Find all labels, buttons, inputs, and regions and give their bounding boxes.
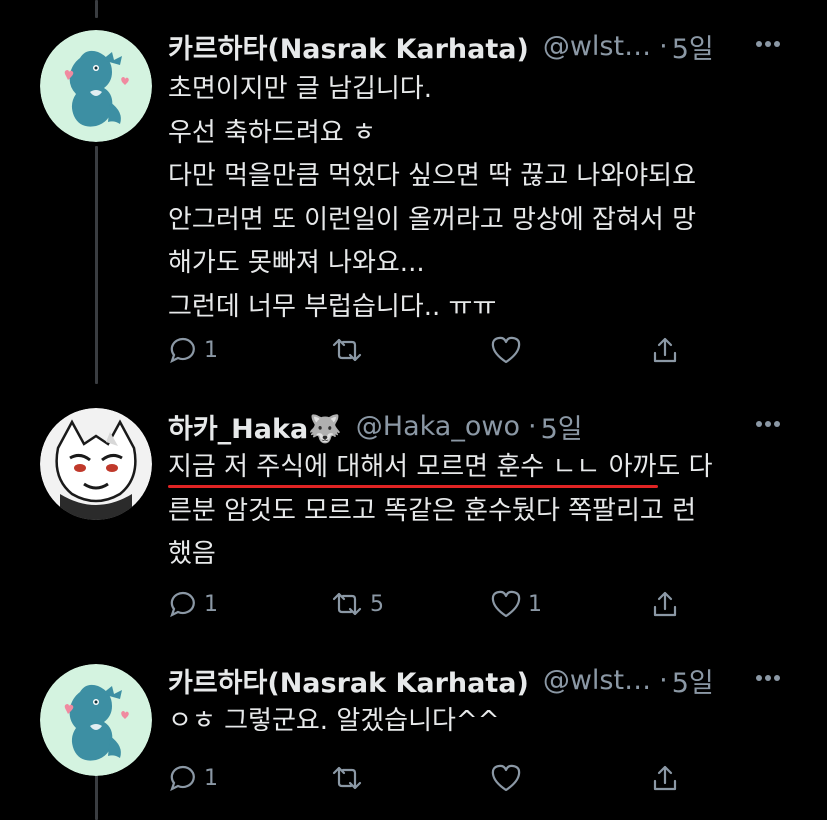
like-button[interactable]: 1 <box>490 584 542 624</box>
like-button[interactable] <box>490 758 528 798</box>
tweet-text: 초면이지만 글 남깁니다. 우선 축하드려요 ㅎ 다만 먹을만큼 먹었다 싶으면… <box>168 68 798 329</box>
reply-icon <box>170 765 195 792</box>
retweet-button[interactable] <box>330 758 370 798</box>
tweet-text: ㅇㅎ 그렇군요. 알겠습니다^^ <box>168 700 798 744</box>
heart-icon <box>491 764 521 792</box>
user-handle[interactable]: @Haka_owo <box>356 411 520 442</box>
timestamp[interactable]: 5일 <box>541 407 583 446</box>
more-icon <box>756 421 780 427</box>
tweet-text-line: 초면이지만 글 남깁니다. <box>168 74 432 104</box>
separator-dot: · <box>659 664 668 696</box>
retweet-count: 5 <box>370 591 384 617</box>
share-button[interactable] <box>650 584 680 624</box>
red-underline-annotation <box>168 485 658 488</box>
timestamp[interactable]: 5일 <box>672 661 714 700</box>
retweet-icon <box>332 592 362 616</box>
display-name[interactable]: 카르하타(Nasrak Karhata) <box>168 27 529 66</box>
dragon-avatar-icon <box>40 664 152 776</box>
heart-icon <box>491 590 521 618</box>
tweet-text-line: 른분 암것도 모르고 똑같은 훈수뒀다 쪽팔리고 런 <box>168 495 696 526</box>
tweet-text-line: 해가도 못빠져 나와요... <box>168 248 425 278</box>
like-button[interactable] <box>490 330 528 370</box>
tweet-text-line: 했음 <box>168 539 216 569</box>
more-options-button[interactable] <box>753 29 783 59</box>
dragon-avatar-icon <box>40 30 152 142</box>
separator-dot: · <box>527 410 537 442</box>
tweet-text-line: 안그러면 또 이런일이 올꺼라고 망상에 잡혀서 망 <box>168 204 696 235</box>
tweet[interactable]: 하카_Haka🐺 @Haka_owo · 5일 지금 저 주식에 대해서 모르면… <box>0 380 827 652</box>
tweet-text: 지금 저 주식에 대해서 모르면 훈수 ㄴㄴ 아까도 다 른분 암것도 모르고 … <box>168 446 798 577</box>
more-icon <box>756 675 780 681</box>
retweet-button[interactable]: 5 <box>330 584 384 624</box>
tweet-text-line: 우선 축하드려요 ㅎ <box>168 117 376 148</box>
heart-icon <box>491 336 521 364</box>
user-handle[interactable]: @wlst… <box>543 665 651 696</box>
tweet-actions: 1 5 1 <box>168 584 728 624</box>
tweet[interactable]: 카르하타(Nasrak Karhata) @wlst… · 5일 초면이지만 글… <box>0 0 827 380</box>
tweet-text-line: 지금 저 주식에 대해서 모르면 훈수 ㄴㄴ 아까도 다 <box>168 452 713 482</box>
more-icon <box>756 41 780 47</box>
timestamp[interactable]: 5일 <box>672 27 714 66</box>
user-handle[interactable]: @wlst… <box>543 31 651 62</box>
share-icon <box>653 337 677 363</box>
reply-count: 1 <box>204 591 218 617</box>
display-name[interactable]: 카르하타(Nasrak Karhata) <box>168 661 529 700</box>
reply-button[interactable]: 1 <box>168 584 218 624</box>
tweet-text-line: 그런데 너무 부럽습니다.. ㅠㅠ <box>168 291 497 322</box>
wolf-avatar-icon <box>40 408 152 520</box>
tweet-actions: 1 <box>168 330 728 370</box>
separator-dot: · <box>659 30 668 62</box>
reply-button[interactable]: 1 <box>168 758 218 798</box>
share-button[interactable] <box>650 758 680 798</box>
retweet-icon <box>332 338 362 362</box>
avatar[interactable] <box>40 30 152 142</box>
reply-count: 1 <box>204 337 218 363</box>
retweet-button[interactable] <box>330 330 370 370</box>
share-icon <box>653 591 677 617</box>
reply-icon <box>170 337 195 364</box>
more-options-button[interactable] <box>753 663 783 693</box>
retweet-icon <box>332 766 362 790</box>
tweet-text-line: ㅇㅎ 그렇군요. 알겠습니다^^ <box>168 706 500 736</box>
share-icon <box>653 765 677 791</box>
tweet[interactable]: 카르하타(Nasrak Karhata) @wlst… · 5일 ㅇㅎ 그렇군요… <box>0 652 827 820</box>
avatar[interactable] <box>40 408 152 520</box>
more-options-button[interactable] <box>753 409 783 439</box>
tweet-text-line: 다만 먹을만큼 먹었다 싶으면 딱 끊고 나와야되요 <box>168 161 696 191</box>
avatar[interactable] <box>40 664 152 776</box>
share-button[interactable] <box>650 330 680 370</box>
display-name[interactable]: 하카_Haka🐺 <box>168 407 342 446</box>
reply-button[interactable]: 1 <box>168 330 218 370</box>
reply-icon <box>170 591 195 618</box>
tweet-actions: 1 <box>168 758 728 798</box>
reply-count: 1 <box>204 765 218 791</box>
like-count: 1 <box>528 591 542 617</box>
